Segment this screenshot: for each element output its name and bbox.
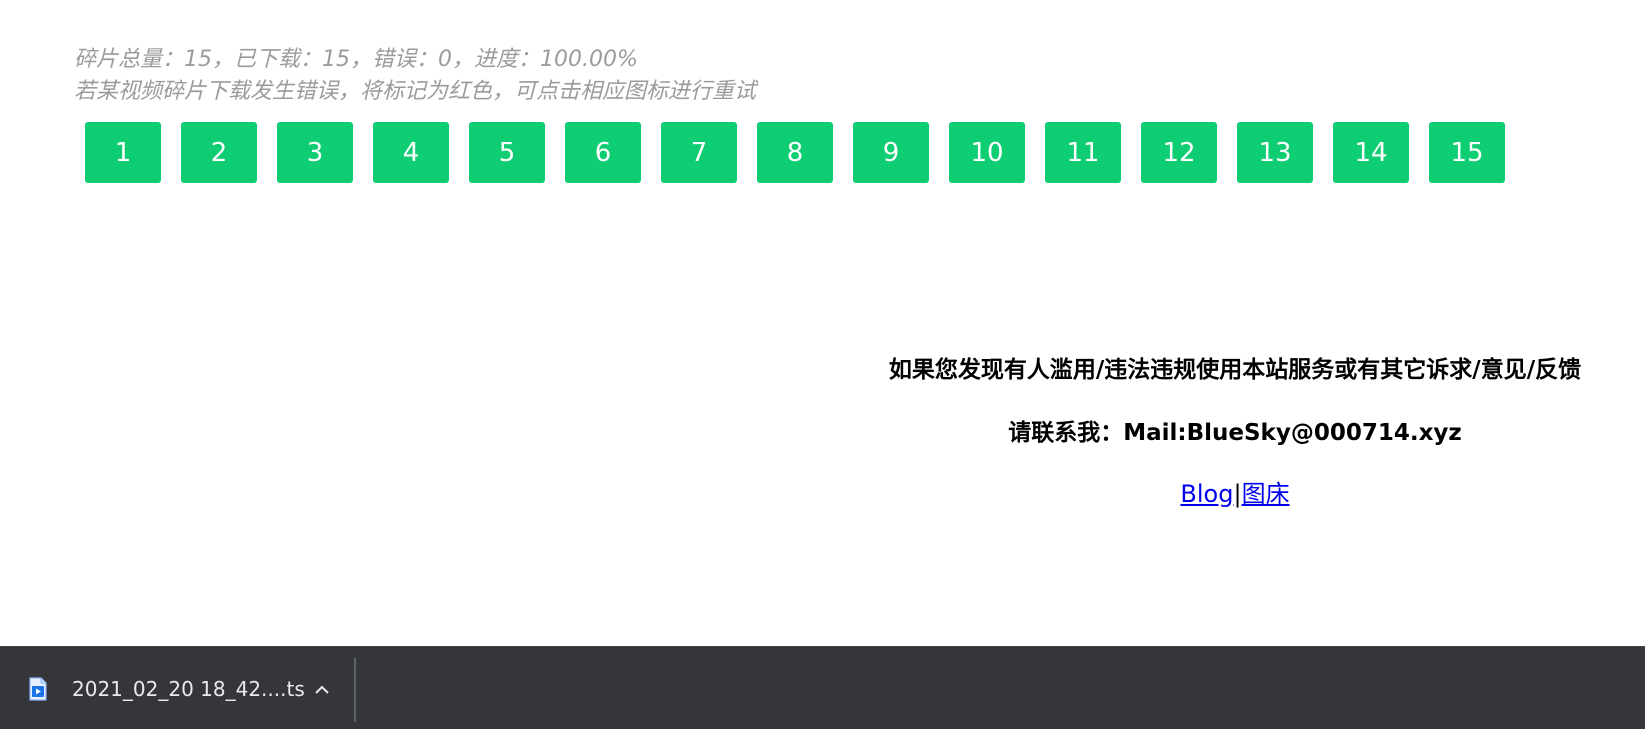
- download-filename: 2021_02_20 18_42....ts: [72, 677, 305, 701]
- progress-summary: 碎片总量：15，已下载：15，错误：0，进度：100.00%: [74, 47, 638, 72]
- segment-button[interactable]: 8: [757, 122, 833, 183]
- segment-button[interactable]: 6: [565, 122, 641, 183]
- progress-info: 碎片总量：15，已下载：15，错误：0，进度：100.00% 若某视频碎片下载发…: [74, 44, 756, 108]
- segment-button[interactable]: 9: [853, 122, 929, 183]
- video-file-icon: [28, 677, 48, 701]
- segment-button[interactable]: 15: [1429, 122, 1505, 183]
- retry-hint: 若某视频碎片下载发生错误，将标记为红色，可点击相应图标进行重试: [74, 79, 757, 104]
- segment-button[interactable]: 2: [181, 122, 257, 183]
- shelf-divider: [354, 658, 356, 722]
- segment-button[interactable]: 12: [1141, 122, 1217, 183]
- segment-button[interactable]: 7: [661, 122, 737, 183]
- segment-button[interactable]: 4: [373, 122, 449, 183]
- abuse-report-text: 如果您发现有人滥用/违法违规使用本站服务或有其它诉求/意见/反馈: [888, 357, 1582, 383]
- segment-list: 1 2 3 4 5 6 7 8 9 10 11 12 13 14 15: [85, 122, 1505, 183]
- download-menu-button[interactable]: [304, 667, 340, 711]
- contact-email-text: 请联系我：Mail:BlueSky@000714.xyz: [1008, 420, 1462, 446]
- footer-links: Blog|图床: [835, 474, 1635, 509]
- page-content: 碎片总量：15，已下载：15，错误：0，进度：100.00% 若某视频碎片下载发…: [0, 0, 1645, 646]
- segment-button[interactable]: 5: [469, 122, 545, 183]
- segment-button[interactable]: 10: [949, 122, 1025, 183]
- chevron-up-icon: [314, 680, 330, 699]
- segment-button[interactable]: 13: [1237, 122, 1313, 183]
- download-shelf: 2021_02_20 18_42....ts: [0, 646, 1645, 729]
- image-host-link[interactable]: 图床: [1242, 480, 1290, 508]
- download-item[interactable]: 2021_02_20 18_42....ts: [28, 667, 305, 711]
- segment-button[interactable]: 1: [85, 122, 161, 183]
- segment-button[interactable]: 11: [1045, 122, 1121, 183]
- blog-link[interactable]: Blog: [1180, 480, 1233, 508]
- segment-button[interactable]: 14: [1333, 122, 1409, 183]
- segment-button[interactable]: 3: [277, 122, 353, 183]
- link-separator: |: [1233, 480, 1242, 508]
